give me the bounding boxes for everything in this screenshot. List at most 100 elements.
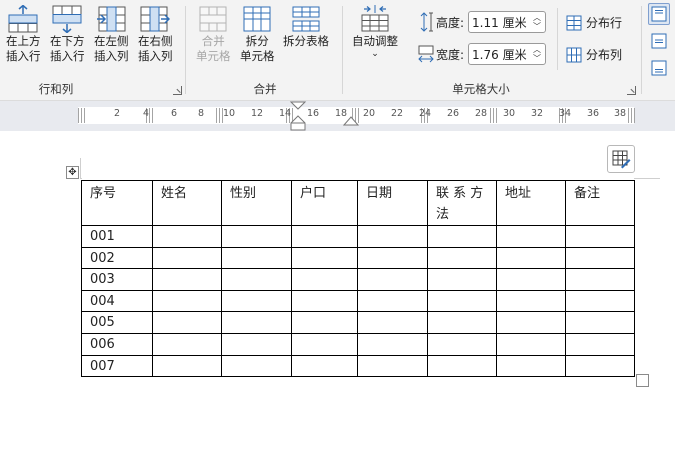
- column-marker[interactable]: [628, 108, 637, 123]
- column-width-input[interactable]: 1.76 厘米 ︿ ﹀: [468, 43, 547, 65]
- insert-column-left-button[interactable]: 在左侧 插入列: [94, 4, 129, 64]
- table-cell[interactable]: [427, 225, 497, 248]
- column-width-spinner-icon[interactable]: ︿ ﹀: [533, 45, 541, 63]
- right-indent-marker-icon[interactable]: [343, 114, 359, 126]
- align-bottom-button[interactable]: [648, 57, 670, 79]
- table-header-cell[interactable]: 联 系 方 法: [427, 180, 497, 226]
- table-cell[interactable]: 001: [81, 225, 153, 248]
- table-quick-tools-button[interactable]: [607, 145, 635, 173]
- align-top-button[interactable]: [648, 3, 670, 25]
- table-cell[interactable]: 005: [81, 311, 153, 334]
- table-cell[interactable]: 002: [81, 246, 153, 270]
- table-cell[interactable]: [291, 246, 358, 270]
- horizontal-ruler[interactable]: 2 4 6 8 10 12 14 16 18 20 22 24 26 28 30 32 34 36 38: [0, 101, 675, 131]
- table-cell[interactable]: [496, 311, 566, 334]
- table-cell[interactable]: [291, 225, 358, 248]
- table-cell[interactable]: [221, 289, 292, 313]
- table-cell[interactable]: [496, 246, 566, 270]
- table-cell[interactable]: [357, 246, 428, 270]
- ruler-tick-label: 30: [502, 108, 516, 119]
- table-cell[interactable]: 006: [81, 332, 153, 356]
- table-cell[interactable]: [221, 246, 292, 270]
- table-cell[interactable]: [427, 311, 497, 334]
- autofit-dropdown-chevron-icon[interactable]: ⌄: [371, 49, 379, 59]
- table-cell[interactable]: [496, 332, 566, 356]
- table-cell[interactable]: [291, 332, 358, 356]
- table-cell[interactable]: [152, 268, 222, 291]
- insert-row-above-button[interactable]: 在上方 插入行: [6, 4, 41, 64]
- table-cell[interactable]: [496, 354, 566, 378]
- table-cell[interactable]: [221, 332, 292, 356]
- row-height-input[interactable]: 1.11 厘米 ︿ ﹀: [468, 11, 547, 33]
- rows-columns-dialog-launcher[interactable]: [173, 86, 182, 95]
- table-cell[interactable]: [357, 268, 428, 291]
- column-marker[interactable]: [490, 108, 499, 123]
- table-header-cell[interactable]: 性别: [221, 180, 292, 226]
- table-cell[interactable]: [357, 332, 428, 356]
- table-cell[interactable]: [152, 289, 222, 313]
- table-cell[interactable]: [565, 225, 635, 248]
- split-cells-icon: [241, 4, 273, 34]
- table-cell[interactable]: [291, 289, 358, 313]
- table-cell[interactable]: [427, 332, 497, 356]
- table-header-cell[interactable]: 地址: [496, 180, 566, 226]
- merge-cells-button[interactable]: 合并 单元格: [196, 4, 231, 64]
- split-table-button[interactable]: 拆分表格: [283, 4, 329, 49]
- table-cell[interactable]: [565, 311, 635, 334]
- row-height-spinner-icon[interactable]: ︿ ﹀: [533, 13, 541, 31]
- table-cell[interactable]: [357, 225, 428, 248]
- table-cell[interactable]: 007: [81, 354, 153, 378]
- table-cell[interactable]: [496, 225, 566, 248]
- table-cell[interactable]: [427, 246, 497, 270]
- table-cell[interactable]: [152, 354, 222, 378]
- table-cell[interactable]: [357, 354, 428, 378]
- table-header-cell[interactable]: 户口: [291, 180, 358, 226]
- table-cell[interactable]: [152, 225, 222, 248]
- table-cell[interactable]: 004: [81, 289, 153, 313]
- table-header-cell[interactable]: 姓名: [152, 180, 222, 226]
- table-header-cell[interactable]: 序号: [81, 180, 153, 226]
- indent-marker-icon[interactable]: [288, 101, 308, 131]
- table-cell[interactable]: [565, 354, 635, 378]
- table-cell[interactable]: [565, 268, 635, 291]
- table-cell[interactable]: 003: [81, 268, 153, 291]
- table-cell[interactable]: [496, 289, 566, 313]
- table-header-cell[interactable]: 日期: [357, 180, 428, 226]
- insert-column-right-button[interactable]: 在右侧 插入列: [138, 4, 173, 64]
- table-cell[interactable]: [221, 311, 292, 334]
- table-cell[interactable]: [357, 289, 428, 313]
- table-cell[interactable]: [221, 225, 292, 248]
- distribute-columns-button[interactable]: 分布列: [566, 46, 622, 63]
- table-cell[interactable]: [291, 268, 358, 291]
- column-marker[interactable]: [78, 108, 87, 123]
- align-middle-button[interactable]: [648, 30, 670, 52]
- insert-row-below-button[interactable]: 在下方 插入行: [50, 4, 85, 64]
- table-header-cell[interactable]: 备注: [565, 180, 635, 226]
- table-cell[interactable]: [152, 332, 222, 356]
- rows-columns-group-label: 行和列: [38, 82, 74, 96]
- table-cell[interactable]: [565, 332, 635, 356]
- table-cell[interactable]: [427, 268, 497, 291]
- table-cell[interactable]: [357, 311, 428, 334]
- split-table-icon: [290, 4, 322, 34]
- cell-size-dialog-launcher[interactable]: [627, 86, 636, 95]
- table-cell[interactable]: [291, 311, 358, 334]
- table-cell[interactable]: [221, 268, 292, 291]
- table-cell[interactable]: [221, 354, 292, 378]
- table-cell[interactable]: [427, 289, 497, 313]
- table-cell[interactable]: [152, 246, 222, 270]
- ruler-tick-label: 12: [250, 108, 264, 119]
- table-cell[interactable]: [565, 289, 635, 313]
- table-cell[interactable]: [152, 311, 222, 334]
- table-move-handle-icon[interactable]: ✥: [66, 166, 79, 179]
- table-cell[interactable]: [565, 246, 635, 270]
- table-resize-handle[interactable]: [636, 374, 649, 387]
- table-cell[interactable]: [427, 354, 497, 378]
- distribute-rows-button[interactable]: 分布行: [566, 14, 622, 31]
- row-height-label: 高度:: [436, 15, 465, 30]
- autofit-button[interactable]: 自动调整 ⌄: [352, 4, 398, 59]
- distribute-rows-label: 分布行: [586, 16, 623, 30]
- table-cell[interactable]: [496, 268, 566, 291]
- split-cells-button[interactable]: 拆分 单元格: [240, 4, 275, 64]
- table-cell[interactable]: [291, 354, 358, 378]
